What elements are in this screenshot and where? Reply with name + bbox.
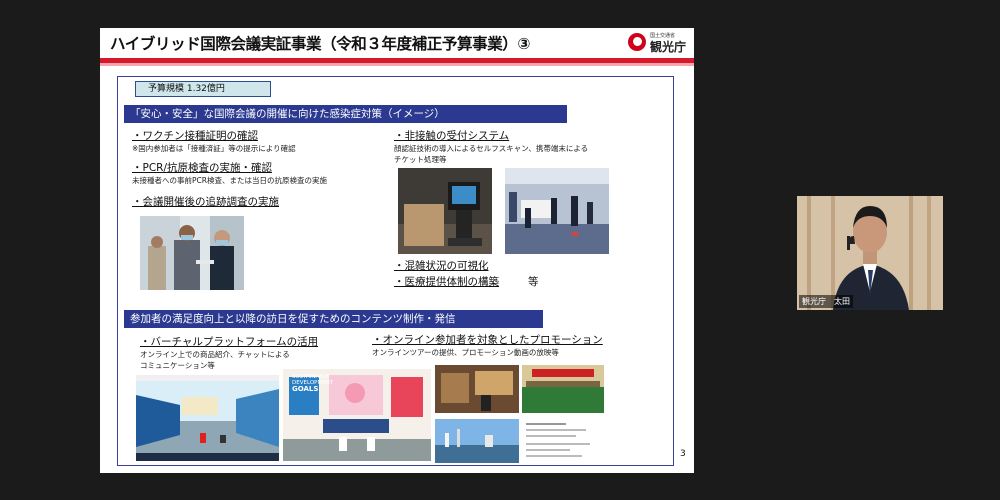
slide-title-bar: ハイブリッド国際会議実証事業（令和３年度補正予算事業）③ 国土交通省 観光庁 bbox=[100, 28, 694, 58]
participant-video-tile[interactable]: 観光庁 太田 bbox=[797, 196, 943, 310]
budget-label: 予算規模 1.32億円 bbox=[135, 81, 271, 97]
congestion-item: ・混雑状況の可視化 bbox=[394, 260, 489, 272]
title-divider-pink bbox=[100, 63, 694, 66]
online-promotion-note: オンラインツアーの提供、プロモーション動画の放映等 bbox=[372, 348, 559, 357]
virtual-platform-item: ・バーチャルプラットフォームの活用 bbox=[140, 336, 319, 348]
slide-title: ハイブリッド国際会議実証事業（令和３年度補正予算事業）③ bbox=[110, 35, 531, 53]
promo-video-still-3 bbox=[435, 419, 519, 463]
medical-system-item: ・医療提供体制の構築 bbox=[394, 276, 499, 288]
contactless-reception-item: ・非接触の受付システム bbox=[394, 130, 510, 142]
reception-hall-photo bbox=[505, 168, 609, 254]
vaccine-check-note: ※国内参加者は「接種済証」等の提示により確認 bbox=[132, 144, 296, 153]
agency-logo-mark-icon bbox=[628, 33, 646, 51]
virtual-venue-screenshot bbox=[136, 375, 279, 461]
sdg-text-3: GOALS bbox=[292, 385, 319, 393]
logo-text: 観光庁 bbox=[650, 40, 687, 54]
virtual-platform-note-2: コミュニケーション等 bbox=[140, 361, 215, 370]
participant-name-label: 観光庁 太田 bbox=[799, 295, 853, 308]
tracing-item: ・会議開催後の追跡調査の実施 bbox=[132, 196, 279, 208]
face-scanner-photo bbox=[398, 168, 492, 254]
vaccine-check-photo bbox=[140, 216, 244, 290]
promo-video-still-1 bbox=[435, 365, 519, 413]
etc-suffix: 等 bbox=[528, 276, 539, 288]
contactless-reception-note-2: チケット処理等 bbox=[394, 155, 447, 164]
section1-banner: 「安心・安全」な国際会議の開催に向けた感染症対策（イメージ） bbox=[124, 105, 567, 123]
promo-page-thumbnail bbox=[522, 419, 604, 463]
vaccine-check-item: ・ワクチン接種証明の確認 bbox=[132, 130, 258, 142]
presentation-slide: ハイブリッド国際会議実証事業（令和３年度補正予算事業）③ 国土交通省 観光庁 予… bbox=[100, 28, 694, 473]
section2-banner: 参加者の満足度向上と以降の訪日を促すためのコンテンツ制作・発信 bbox=[124, 310, 543, 328]
virtual-platform-note-1: オンライン上での商品紹介、チャットによる bbox=[140, 350, 290, 359]
page-number: 3 bbox=[680, 449, 686, 459]
pcr-test-item: ・PCR/抗原検査の実施・確認 bbox=[132, 162, 272, 174]
agency-logo: 国土交通省 観光庁 bbox=[628, 32, 690, 54]
promo-video-still-2 bbox=[522, 365, 604, 413]
contactless-reception-note-1: 顔認証技術の導入によるセルフスキャン、携帯端末による bbox=[394, 144, 589, 153]
online-promotion-item: ・オンライン参加者を対象としたプロモーション bbox=[372, 334, 603, 346]
pcr-test-note: 未接種者への事前PCR検査、または当日の抗原検査の実施 bbox=[132, 176, 327, 185]
